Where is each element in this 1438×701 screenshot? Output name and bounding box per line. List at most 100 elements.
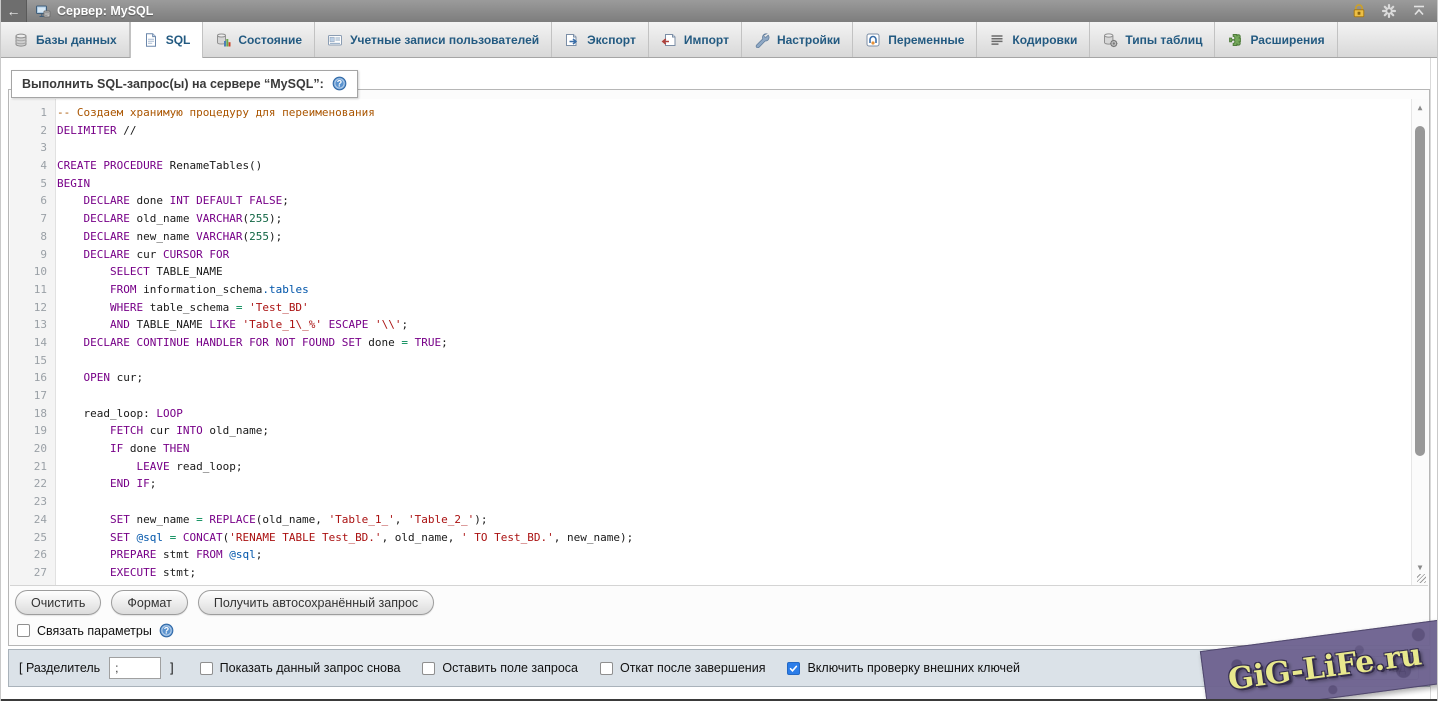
help-icon[interactable]: ? — [159, 623, 174, 638]
query-option-checkboxes: Показать данный запрос снова Оставить пол… — [200, 661, 1042, 675]
scroll-up-arrow[interactable]: ▲ — [1412, 103, 1428, 113]
footer-option-2[interactable]: Оставить поле запроса — [422, 661, 578, 675]
tab-label: Экспорт — [587, 33, 636, 47]
user-accounts-icon — [327, 32, 343, 48]
scrollbar-thumb[interactable] — [1415, 126, 1425, 456]
line-number: 15 — [10, 352, 47, 370]
sql-code-editor[interactable]: 1-- Создаем хранимую процедуру для переи… — [10, 99, 1428, 586]
line-number: 12 — [10, 299, 47, 317]
tab-status[interactable]: Состояние — [203, 22, 315, 57]
clear-button[interactable]: Очистить — [15, 590, 101, 615]
code-line-7: 7 DECLARE old_name VARCHAR(255); — [10, 210, 1428, 228]
format-button[interactable]: Формат — [111, 590, 187, 615]
line-number: 13 — [10, 316, 47, 334]
line-number: 24 — [10, 511, 47, 529]
tab-import[interactable]: Импорт — [649, 22, 742, 57]
tab-export[interactable]: Экспорт — [552, 22, 649, 57]
code-line-6: 6 DECLARE done INT DEFAULT FALSE; — [10, 192, 1428, 210]
footer-option-1[interactable]: Показать данный запрос снова — [200, 661, 401, 675]
line-number: 16 — [10, 369, 47, 387]
scroll-down-arrow[interactable]: ▼ — [1412, 563, 1428, 573]
engines-icon — [1102, 32, 1118, 48]
tab-label: Учетные записи пользователей — [350, 33, 539, 47]
query-legend-text: Выполнить SQL-запрос(ы) на сервере “MySQ… — [22, 77, 324, 91]
footer-option-3[interactable]: Откат после завершения — [600, 661, 765, 675]
code-line-1: 1-- Создаем хранимую процедуру для переи… — [10, 104, 1428, 122]
line-number: 22 — [10, 475, 47, 493]
line-number: 6 — [10, 192, 47, 210]
svg-text:?: ? — [337, 79, 342, 89]
code-line-24: 24 SET new_name = REPLACE(old_name, 'Tab… — [10, 511, 1428, 529]
footer-option-4[interactable]: Включить проверку внешних ключей — [787, 661, 1020, 675]
code-line-19: 19 FETCH cur INTO old_name; — [10, 422, 1428, 440]
checkbox-unchecked[interactable] — [17, 624, 30, 637]
code-line-25: 25 SET @sql = CONCAT('RENAME TABLE Test_… — [10, 529, 1428, 547]
code-line-13: 13 AND TABLE_NAME LIKE 'Table_1\_%' ESCA… — [10, 316, 1428, 334]
tab-label: Состояние — [238, 33, 302, 47]
import-icon — [661, 32, 677, 48]
tab-user-accounts[interactable]: Учетные записи пользователей — [315, 22, 552, 57]
delimiter-input[interactable] — [109, 657, 161, 679]
code-line-27: 27 EXECUTE stmt; — [10, 564, 1428, 582]
tab-plugins[interactable]: Расширения — [1215, 22, 1337, 57]
editor-scrollbar[interactable]: ▲ ▼ — [1411, 99, 1428, 585]
gear-icon[interactable] — [1381, 3, 1397, 19]
code-line-10: 10 SELECT TABLE_NAME — [10, 263, 1428, 281]
code-line-9: 9 DECLARE cur CURSOR FOR — [10, 246, 1428, 264]
tab-label: Импорт — [684, 33, 729, 47]
code-line-20: 20 IF done THEN — [10, 440, 1428, 458]
line-number: 27 — [10, 564, 47, 582]
delimiter-group: [ Разделитель ] — [19, 657, 174, 679]
charsets-icon — [989, 32, 1005, 48]
get-autosaved-query-button[interactable]: Получить автосохранённый запрос — [198, 590, 434, 615]
tab-sql[interactable]: SQL — [130, 22, 204, 58]
code-line-2: 2DELIMITER // — [10, 122, 1428, 140]
option-label: Оставить поле запроса — [442, 661, 578, 675]
resize-grip[interactable] — [1417, 574, 1426, 583]
line-number: 4 — [10, 157, 47, 175]
code-line-5: 5BEGIN — [10, 175, 1428, 193]
line-number: 17 — [10, 387, 47, 405]
svg-text:?: ? — [164, 626, 169, 636]
tab-label: Расширения — [1250, 33, 1324, 47]
line-number: 10 — [10, 263, 47, 281]
tab-variables[interactable]: Переменные — [853, 22, 977, 57]
checkbox-unchecked[interactable] — [600, 662, 613, 675]
code-lines: 1-- Создаем хранимую процедуру для переи… — [10, 99, 1428, 582]
tab-label: Типы таблиц — [1125, 33, 1202, 47]
help-icon[interactable]: ? — [332, 76, 347, 91]
variables-icon — [865, 32, 881, 48]
code-line-12: 12 WHERE table_schema = 'Test_BD' — [10, 299, 1428, 317]
checkbox-unchecked[interactable] — [422, 662, 435, 675]
export-icon — [564, 32, 580, 48]
line-number: 25 — [10, 529, 47, 547]
code-line-16: 16 OPEN cur; — [10, 369, 1428, 387]
tab-databases[interactable]: Базы данных — [1, 22, 130, 57]
tab-label: Базы данных — [36, 33, 117, 47]
line-number: 18 — [10, 405, 47, 423]
code-line-14: 14 DECLARE CONTINUE HANDLER FOR NOT FOUN… — [10, 334, 1428, 352]
code-line-22: 22 END IF; — [10, 475, 1428, 493]
tab-settings[interactable]: Настройки — [742, 22, 853, 57]
code-line-23: 23 — [10, 493, 1428, 511]
tab-charsets[interactable]: Кодировки — [977, 22, 1090, 57]
back-arrow-icon: ← — [7, 3, 21, 19]
line-number: 11 — [10, 281, 47, 299]
checkbox-checked[interactable] — [787, 662, 800, 675]
option-label: Откат после завершения — [620, 661, 765, 675]
line-number: 19 — [10, 422, 47, 440]
sql-icon — [143, 32, 159, 48]
back-button[interactable]: ← — [1, 0, 27, 22]
collapse-icon[interactable] — [1411, 3, 1427, 19]
code-line-18: 18 read_loop: LOOP — [10, 405, 1428, 423]
bind-parameters-row[interactable]: Связать параметры ? — [17, 623, 174, 638]
tab-bar: Базы данных SQL Состояние Учетные записи по… — [1, 22, 1437, 58]
lock-icon[interactable] — [1351, 3, 1367, 19]
code-line-8: 8 DECLARE new_name VARCHAR(255); — [10, 228, 1428, 246]
tab-label: Кодировки — [1012, 33, 1077, 47]
window-title: Сервер: MySQL — [57, 4, 153, 18]
right-scroll-strip — [1430, 58, 1437, 701]
tab-engines[interactable]: Типы таблиц — [1090, 22, 1215, 57]
checkbox-unchecked[interactable] — [200, 662, 213, 675]
editor-buttons-row: Очистить Формат Получить автосохранённый… — [15, 590, 434, 615]
